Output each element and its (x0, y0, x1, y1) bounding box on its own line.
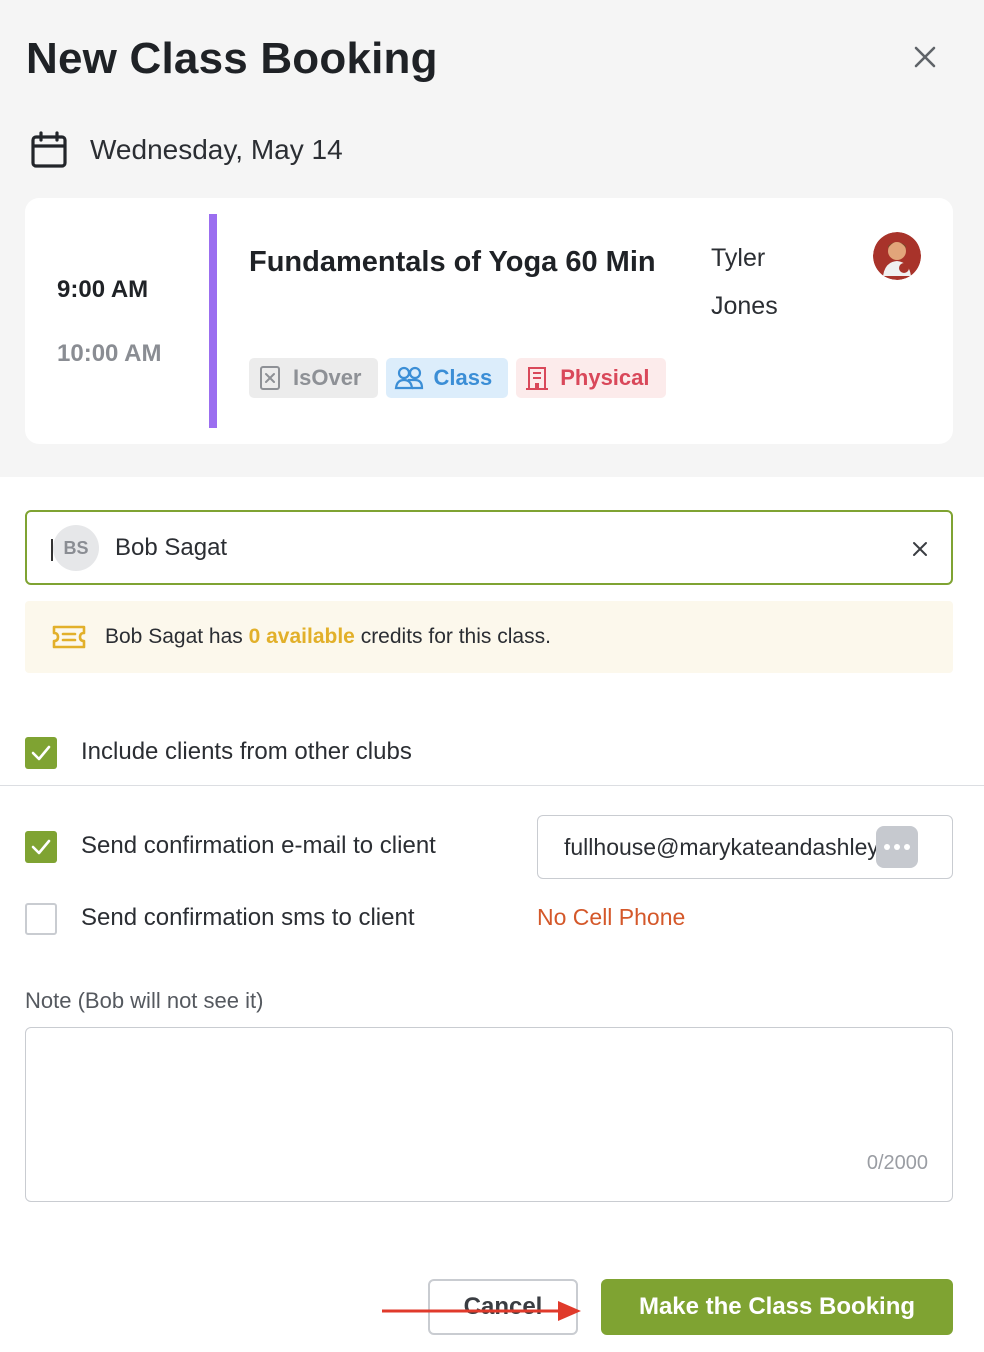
section-divider (0, 785, 984, 786)
class-end-time: 10:00 AM (57, 340, 162, 367)
dialog-title: New Class Booking (26, 34, 438, 83)
tag-label: Physical (560, 365, 650, 390)
calendar-icon (31, 131, 67, 168)
client-select-field[interactable]: BS Bob Sagat (25, 510, 953, 585)
tag-label: Class (433, 365, 493, 390)
annotation-arrow-icon (382, 1301, 581, 1321)
send-sms-label: Send confirmation sms to client (81, 904, 415, 931)
tag-physical: Physical (516, 358, 666, 398)
client-email-value: fullhouse@marykateandashley.co (564, 834, 908, 860)
note-label: Note (Bob will not see it) (25, 988, 264, 1013)
credits-count: 0 available (248, 625, 355, 648)
class-name: Fundamentals of Yoga 60 Min (249, 246, 656, 278)
include-other-clubs-label: Include clients from other clubs (81, 738, 412, 765)
credits-message: Bob Sagat has 0 available credits for th… (105, 625, 551, 649)
check-icon (31, 839, 51, 855)
send-email-label: Send confirmation e-mail to client (81, 832, 436, 859)
note-char-counter: 0/2000 (866, 1152, 928, 1174)
class-accent-bar (209, 214, 217, 428)
instructor-avatar (873, 232, 921, 280)
send-sms-checkbox[interactable] (25, 903, 57, 935)
building-icon (526, 367, 549, 390)
check-icon (31, 745, 51, 761)
include-other-clubs-checkbox[interactable] (25, 737, 57, 769)
ticket-icon (52, 625, 86, 649)
class-tags: IsOver Class Physical (249, 358, 666, 398)
group-icon (394, 366, 423, 390)
send-email-checkbox[interactable] (25, 831, 57, 863)
dialog-header: New Class Booking Wednesday, May 14 9:00… (0, 0, 984, 477)
tag-isover: IsOver (249, 358, 378, 398)
x-square-icon (260, 366, 280, 390)
credits-suffix: credits for this class. (354, 625, 551, 648)
close-icon (913, 542, 927, 556)
close-icon (914, 46, 936, 68)
more-icon[interactable] (876, 826, 918, 868)
clear-client-button[interactable] (907, 536, 933, 562)
date-row: Wednesday, May 14 (30, 130, 343, 170)
close-button[interactable] (906, 38, 944, 76)
make-booking-button[interactable]: Make the Class Booking (601, 1279, 953, 1335)
credits-banner: Bob Sagat has 0 available credits for th… (25, 601, 953, 673)
tag-class: Class (385, 358, 509, 398)
no-cell-phone-warning: No Cell Phone (537, 904, 686, 930)
client-email-field[interactable]: fullhouse@marykateandashley.co (537, 815, 953, 879)
note-textarea[interactable]: 0/2000 (25, 1027, 953, 1202)
class-start-time: 9:00 AM (57, 276, 149, 303)
credits-prefix: Bob Sagat has (105, 625, 249, 648)
class-card: 9:00 AM 10:00 AM Fundamentals of Yoga 60… (25, 198, 953, 444)
client-avatar: BS (53, 525, 99, 571)
tag-label: IsOver (293, 365, 362, 390)
instructor-name: Tyler Jones (711, 244, 778, 320)
client-name: Bob Sagat (115, 534, 228, 561)
booking-date: Wednesday, May 14 (90, 134, 343, 165)
